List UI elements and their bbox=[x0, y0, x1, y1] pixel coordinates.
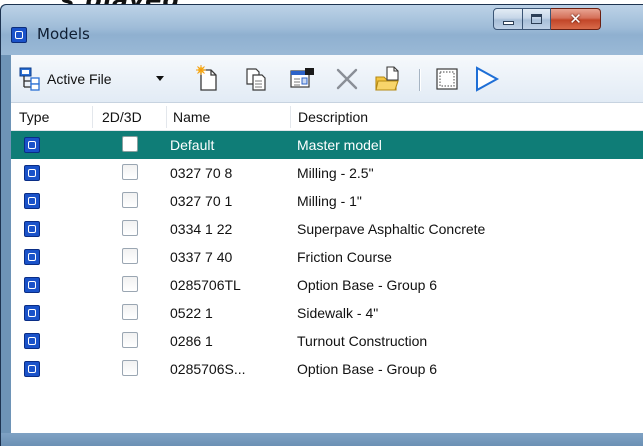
title-bar[interactable]: Models ✕ bbox=[1, 5, 643, 55]
2d3d-checkbox[interactable] bbox=[122, 136, 138, 152]
2d3d-checkbox[interactable] bbox=[122, 276, 138, 292]
window-bottom-border bbox=[1, 433, 643, 446]
list-item[interactable]: 0285706TL Option Base - Group 6 bbox=[11, 271, 643, 299]
model-description: Milling - 1" bbox=[297, 193, 362, 209]
model-description: Friction Course bbox=[297, 249, 392, 265]
2d3d-checkbox[interactable] bbox=[122, 248, 138, 264]
list-item[interactable]: 0522 1 Sidewalk - 4" bbox=[11, 299, 643, 327]
model-name: 0337 7 40 bbox=[170, 249, 233, 265]
delete-icon[interactable] bbox=[333, 65, 361, 93]
model-name: 0285706S... bbox=[170, 361, 246, 377]
list-item[interactable]: 0286 1 Turnout Construction bbox=[11, 327, 643, 355]
model-type-icon bbox=[24, 333, 40, 349]
screenshot: s played Models ✕ bbox=[0, 0, 643, 446]
dialog-body: Active File Type 2D/3D Name Description … bbox=[11, 55, 643, 433]
model-type-icon bbox=[24, 277, 40, 293]
toolbar-separator bbox=[419, 69, 421, 91]
model-type-icon bbox=[24, 193, 40, 209]
import-icon[interactable] bbox=[374, 65, 402, 93]
minimize-button[interactable] bbox=[493, 8, 523, 30]
model-name: 0327 70 8 bbox=[170, 165, 233, 181]
model-name: Default bbox=[170, 137, 215, 153]
column-header-2d3d[interactable]: 2D/3D bbox=[102, 109, 142, 125]
list-item[interactable]: 0285706S... Option Base - Group 6 bbox=[11, 355, 643, 383]
model-description: Superpave Asphaltic Concrete bbox=[297, 221, 486, 237]
2d3d-checkbox[interactable] bbox=[122, 192, 138, 208]
2d3d-checkbox[interactable] bbox=[122, 164, 138, 180]
model-type-icon bbox=[24, 361, 40, 377]
model-name: 0334 1 22 bbox=[170, 221, 233, 237]
list-item[interactable]: 0334 1 22 Superpave Asphaltic Concrete bbox=[11, 215, 643, 243]
column-divider[interactable] bbox=[290, 106, 291, 128]
2d3d-checkbox[interactable] bbox=[122, 360, 138, 376]
new-model-icon[interactable] bbox=[194, 65, 222, 93]
active-file-dropdown[interactable]: Active File bbox=[14, 65, 168, 93]
2d3d-checkbox[interactable] bbox=[122, 304, 138, 320]
models-list[interactable]: Type 2D/3D Name Description Default Mast… bbox=[11, 103, 643, 433]
caption-buttons: ✕ bbox=[493, 8, 601, 30]
column-header-name[interactable]: Name bbox=[173, 109, 210, 125]
chevron-down-icon bbox=[156, 76, 164, 81]
maximize-button[interactable] bbox=[523, 8, 551, 30]
model-description: Turnout Construction bbox=[297, 333, 428, 349]
model-name: 0327 70 1 bbox=[170, 193, 233, 209]
list-item-selected[interactable]: Default Master model bbox=[11, 131, 643, 159]
column-header-type[interactable]: Type bbox=[19, 109, 49, 125]
file-tree-icon bbox=[19, 67, 40, 91]
model-properties-icon[interactable] bbox=[288, 65, 316, 93]
2d3d-checkbox[interactable] bbox=[122, 220, 138, 236]
minimize-icon bbox=[503, 21, 514, 25]
models-dialog: Models ✕ Active File Type 2D/3D Name Des… bbox=[0, 4, 643, 446]
toolbar: Active File bbox=[11, 55, 643, 103]
model-description: Sidewalk - 4" bbox=[297, 305, 379, 321]
copy-model-icon[interactable] bbox=[242, 65, 270, 93]
model-name: 0522 1 bbox=[170, 305, 213, 321]
maximize-icon bbox=[531, 14, 542, 24]
list-item[interactable]: 0327 70 1 Milling - 1" bbox=[11, 187, 643, 215]
close-icon: ✕ bbox=[569, 10, 582, 28]
model-name: 0286 1 bbox=[170, 333, 213, 349]
model-description: Master model bbox=[297, 137, 382, 153]
list-item[interactable]: 0327 70 8 Milling - 2.5" bbox=[11, 159, 643, 187]
list-item[interactable]: 0337 7 40 Friction Course bbox=[11, 243, 643, 271]
select-all-icon[interactable] bbox=[433, 65, 461, 93]
close-button[interactable]: ✕ bbox=[551, 8, 601, 30]
model-description: Option Base - Group 6 bbox=[297, 361, 438, 377]
model-type-icon bbox=[24, 137, 40, 153]
active-file-label: Active File bbox=[47, 71, 112, 87]
model-type-icon bbox=[24, 165, 40, 181]
models-window-icon bbox=[11, 27, 27, 43]
model-description: Milling - 2.5" bbox=[297, 165, 374, 181]
model-type-icon bbox=[24, 305, 40, 321]
window-title: Models bbox=[37, 25, 90, 43]
column-header-description[interactable]: Description bbox=[298, 109, 368, 125]
reference-icon[interactable] bbox=[473, 65, 501, 93]
model-type-icon bbox=[24, 249, 40, 265]
list-header: Type 2D/3D Name Description bbox=[11, 103, 643, 131]
column-divider[interactable] bbox=[166, 106, 167, 128]
2d3d-checkbox[interactable] bbox=[122, 332, 138, 348]
column-divider[interactable] bbox=[92, 106, 93, 128]
model-name: 0285706TL bbox=[170, 277, 241, 293]
model-description: Option Base - Group 6 bbox=[297, 277, 438, 293]
model-type-icon bbox=[24, 221, 40, 237]
